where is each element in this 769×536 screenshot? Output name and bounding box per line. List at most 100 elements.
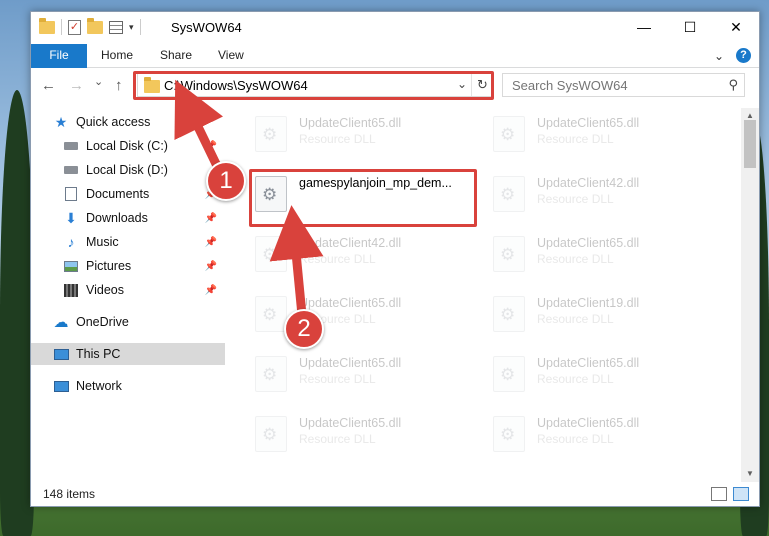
videos-icon xyxy=(63,282,79,298)
sidebar-item-documents[interactable]: Documents 📌 xyxy=(63,183,223,205)
sidebar-item-local-disk-c[interactable]: Local Disk (C:) 📌 xyxy=(63,135,223,157)
details-view-icon[interactable] xyxy=(711,487,727,501)
pin-icon: 📌 xyxy=(204,260,217,272)
file-item[interactable]: UpdateClient65.dll Resource DLL xyxy=(251,110,481,158)
vertical-scrollbar[interactable]: ▲ ▼ xyxy=(741,108,759,482)
scroll-down-icon[interactable]: ▼ xyxy=(741,466,759,482)
separator xyxy=(139,19,141,35)
sidebar-item-label: Quick access xyxy=(76,115,151,129)
close-button[interactable]: ✕ xyxy=(713,12,759,42)
item-count: 148 items xyxy=(43,487,96,501)
cloud-icon: ☁ xyxy=(53,314,69,331)
pictures-icon xyxy=(63,258,79,274)
file-name: UpdateClient65.dll xyxy=(537,416,640,430)
file-name: UpdateClient65.dll xyxy=(299,116,402,130)
maximize-button[interactable]: ☐ xyxy=(667,12,713,42)
dll-file-icon xyxy=(255,356,287,392)
back-button[interactable]: ← xyxy=(41,77,56,94)
file-name: UpdateClient65.dll xyxy=(537,116,640,130)
dll-file-icon xyxy=(493,176,525,212)
tab-view[interactable]: View xyxy=(218,44,244,68)
step-badge-2: 2 xyxy=(284,309,324,349)
sidebar-item-onedrive[interactable]: ☁ OneDrive xyxy=(53,311,223,333)
title-bar: ✓ ▾ SysWOW64 — ☐ ✕ xyxy=(31,12,759,44)
tab-home[interactable]: Home xyxy=(101,44,133,68)
sidebar-item-this-pc[interactable]: This PC xyxy=(31,343,225,365)
window-controls: — ☐ ✕ xyxy=(621,12,759,42)
drive-icon xyxy=(63,138,79,154)
dll-file-icon xyxy=(493,236,525,272)
file-name: UpdateClient65.dll xyxy=(537,356,640,370)
file-item[interactable]: UpdateClient42.dll Resource DLL xyxy=(489,170,719,218)
ribbon-right: ⌄ ? xyxy=(714,48,751,63)
network-icon xyxy=(53,378,69,394)
sidebar-item-videos[interactable]: Videos 📌 xyxy=(63,279,223,301)
file-name: UpdateClient65.dll xyxy=(299,416,402,430)
file-type: Resource DLL xyxy=(537,312,614,326)
search-box[interactable]: ⚲ xyxy=(502,73,745,97)
file-list: UpdateClient65.dll Resource DLL gamespyl… xyxy=(227,108,745,478)
help-icon[interactable]: ? xyxy=(736,48,751,63)
properties-icon[interactable]: ✓ xyxy=(68,19,81,35)
file-type: Resource DLL xyxy=(537,192,614,206)
ribbon-tabs: File Home Share View ⌄ ? xyxy=(31,44,759,68)
search-input[interactable] xyxy=(503,74,713,96)
sidebar-item-label: Local Disk (C:) xyxy=(86,139,168,153)
file-item[interactable]: UpdateClient65.dll Resource DLL xyxy=(489,350,719,398)
dll-file-icon xyxy=(255,296,287,332)
minimize-button[interactable]: — xyxy=(621,12,667,42)
file-item[interactable]: UpdateClient65.dll Resource DLL xyxy=(251,350,481,398)
dll-file-icon xyxy=(255,236,287,272)
sidebar-item-label: This PC xyxy=(76,347,121,361)
sidebar-item-label: Pictures xyxy=(86,259,132,273)
sidebar-item-network[interactable]: Network xyxy=(53,375,223,397)
dll-file-icon xyxy=(493,356,525,392)
file-type: Resource DLL xyxy=(299,252,376,266)
file-item[interactable]: UpdateClient65.dll Resource DLL xyxy=(489,410,719,458)
drive-icon xyxy=(63,162,79,178)
tab-file[interactable]: File xyxy=(31,44,87,68)
view-switcher xyxy=(711,487,749,501)
step-badge-1: 1 xyxy=(206,161,246,201)
customize-toolbar-icon[interactable] xyxy=(109,20,123,34)
sidebar-item-label: Downloads xyxy=(86,211,148,225)
file-item[interactable]: UpdateClient65.dll Resource DLL xyxy=(251,410,481,458)
file-type: Resource DLL xyxy=(537,132,614,146)
star-icon: ★ xyxy=(54,113,68,130)
sidebar-item-pictures[interactable]: Pictures 📌 xyxy=(63,255,223,277)
sidebar-item-downloads[interactable]: ⬇ Downloads 📌 xyxy=(63,207,223,229)
expand-ribbon-icon[interactable]: ⌄ xyxy=(714,49,724,63)
dll-file-icon xyxy=(493,416,525,452)
file-type: Resource DLL xyxy=(299,372,376,386)
file-item[interactable]: UpdateClient42.dll Resource DLL xyxy=(251,230,481,278)
file-name: UpdateClient65.dll xyxy=(537,236,640,250)
download-icon: ⬇ xyxy=(65,209,77,226)
sidebar-item-music[interactable]: ♪ Music 📌 xyxy=(63,231,223,253)
tab-share[interactable]: Share xyxy=(160,44,192,68)
file-item[interactable]: UpdateClient19.dll Resource DLL xyxy=(489,290,719,338)
pin-icon: 📌 xyxy=(204,284,217,296)
file-type: Resource DLL xyxy=(537,252,614,266)
dll-file-icon xyxy=(493,296,525,332)
explorer-window: ✓ ▾ SysWOW64 — ☐ ✕ File Home Share View … xyxy=(30,11,760,507)
sidebar-item-local-disk-d[interactable]: Local Disk (D:) xyxy=(63,159,223,181)
file-name: UpdateClient65.dll xyxy=(299,296,402,310)
file-item[interactable]: UpdateClient65.dll Resource DLL xyxy=(489,230,719,278)
large-icons-view-icon[interactable] xyxy=(733,487,749,501)
sidebar-item-label: Music xyxy=(86,235,119,249)
sidebar-item-label: Network xyxy=(76,379,122,393)
scroll-thumb[interactable] xyxy=(744,120,756,168)
qat-dropdown-icon[interactable]: ▾ xyxy=(129,22,134,33)
up-button[interactable]: ↑ xyxy=(115,77,123,94)
sidebar-item-label: Videos xyxy=(86,283,124,297)
search-icon[interactable]: ⚲ xyxy=(728,77,738,93)
new-folder-icon[interactable] xyxy=(87,17,103,34)
recent-locations-button[interactable]: ⌄ xyxy=(94,75,103,88)
folder-icon xyxy=(39,17,55,34)
file-item[interactable]: UpdateClient65.dll Resource DLL xyxy=(489,110,719,158)
pin-icon: 📌 xyxy=(204,212,217,224)
file-type: Resource DLL xyxy=(537,372,614,386)
forward-button[interactable]: → xyxy=(69,77,84,94)
music-icon: ♪ xyxy=(67,234,75,250)
sidebar-item-quick-access[interactable]: ★ Quick access xyxy=(53,111,223,133)
